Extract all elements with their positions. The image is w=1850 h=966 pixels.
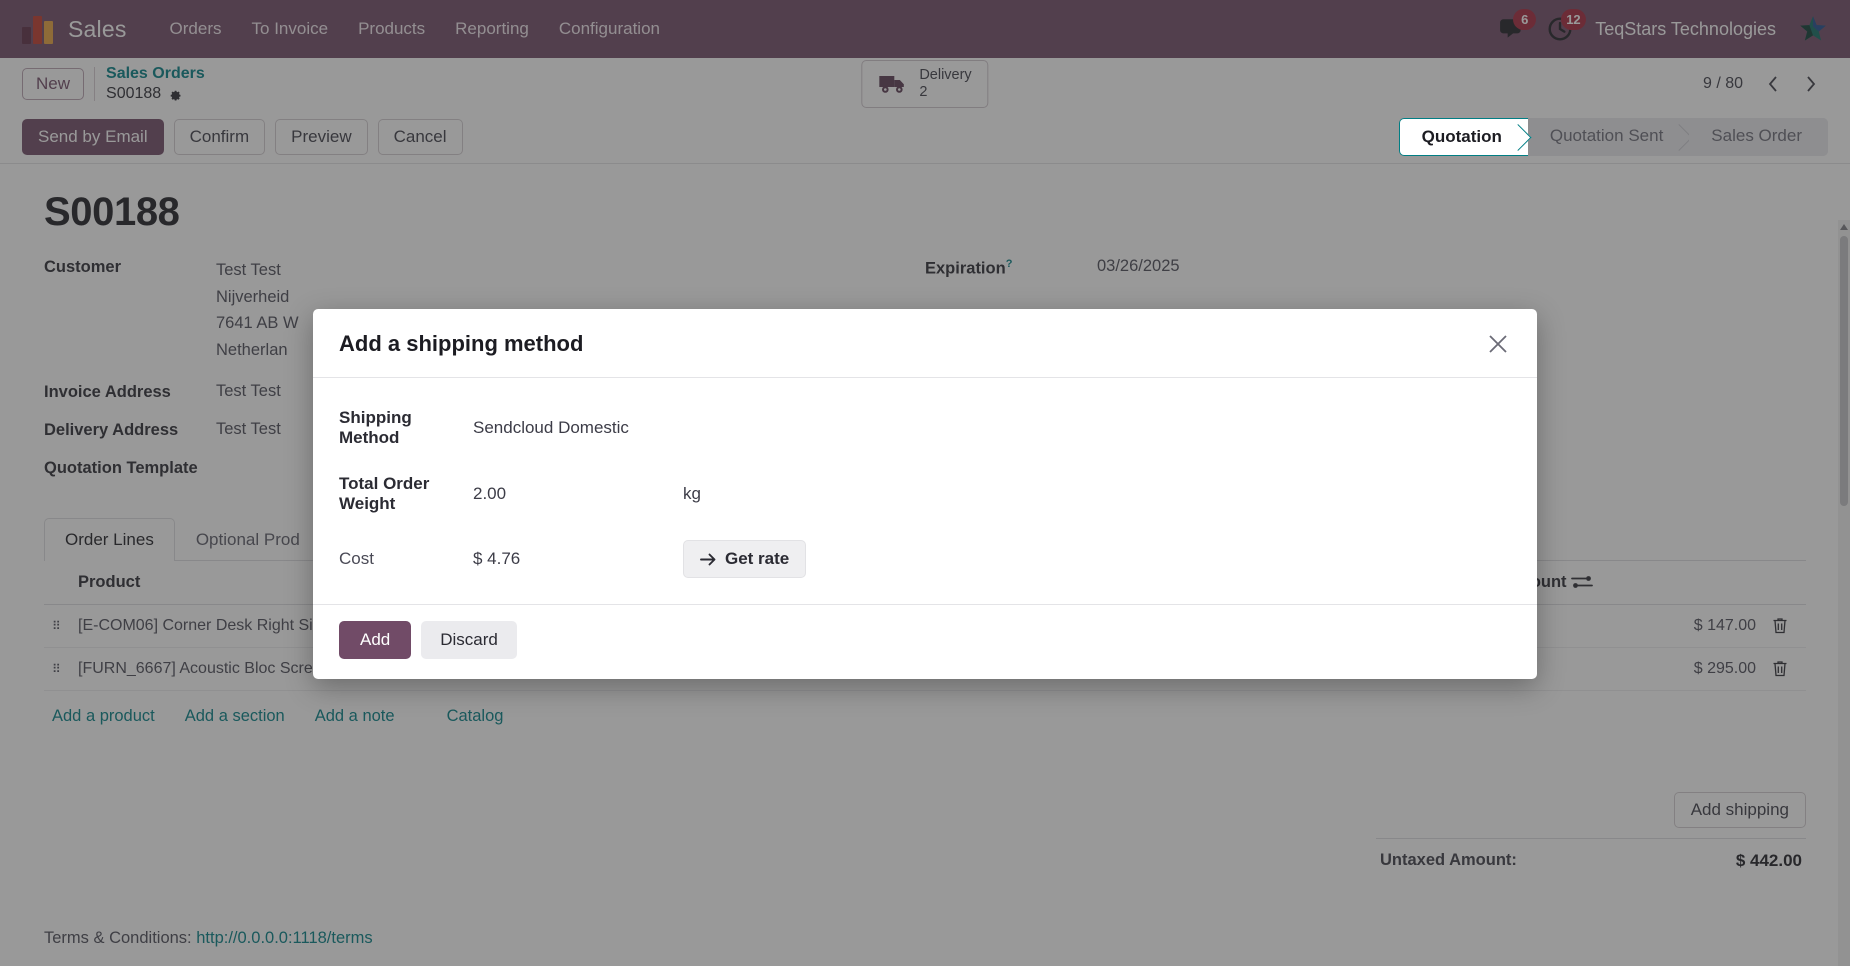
discard-button[interactable]: Discard bbox=[421, 621, 517, 659]
dialog-header: Add a shipping method bbox=[313, 309, 1537, 378]
arrow-right-icon bbox=[700, 553, 716, 565]
status-quotation[interactable]: Quotation bbox=[1398, 117, 1528, 156]
dialog-title: Add a shipping method bbox=[339, 331, 584, 356]
add-button[interactable]: Add bbox=[339, 621, 412, 659]
field-total-order-weight: Total Order Weight 2.00 kg bbox=[339, 474, 1511, 514]
field-shipping-method: Shipping Method Sendcloud Domestic bbox=[339, 408, 1511, 448]
field-total-order-weight-label: Total Order Weight bbox=[339, 474, 430, 513]
odoo-sales-order-page: Sales Orders To Invoice Products Reporti… bbox=[0, 0, 1850, 966]
dialog-body: Shipping Method Sendcloud Domestic Total… bbox=[313, 378, 1537, 604]
close-button[interactable] bbox=[1485, 331, 1511, 357]
field-cost-value[interactable]: $ 4.76 bbox=[473, 549, 683, 569]
add-shipping-method-dialog: Add a shipping method Shipping Method Se… bbox=[313, 309, 1537, 679]
field-total-order-weight-value[interactable]: 2.00 bbox=[473, 484, 683, 504]
get-rate-button[interactable]: Get rate bbox=[683, 540, 807, 578]
field-shipping-method-label: Shipping Method bbox=[339, 408, 412, 447]
dialog-footer: Add Discard bbox=[313, 604, 1537, 679]
weight-unit-label: kg bbox=[683, 484, 701, 503]
field-shipping-method-value[interactable]: Sendcloud Domestic bbox=[473, 418, 683, 438]
field-cost-label: Cost bbox=[339, 549, 374, 568]
close-icon bbox=[1489, 335, 1507, 353]
get-rate-button-label: Get rate bbox=[725, 549, 790, 568]
field-cost: Cost $ 4.76 Get rate bbox=[339, 540, 1511, 578]
